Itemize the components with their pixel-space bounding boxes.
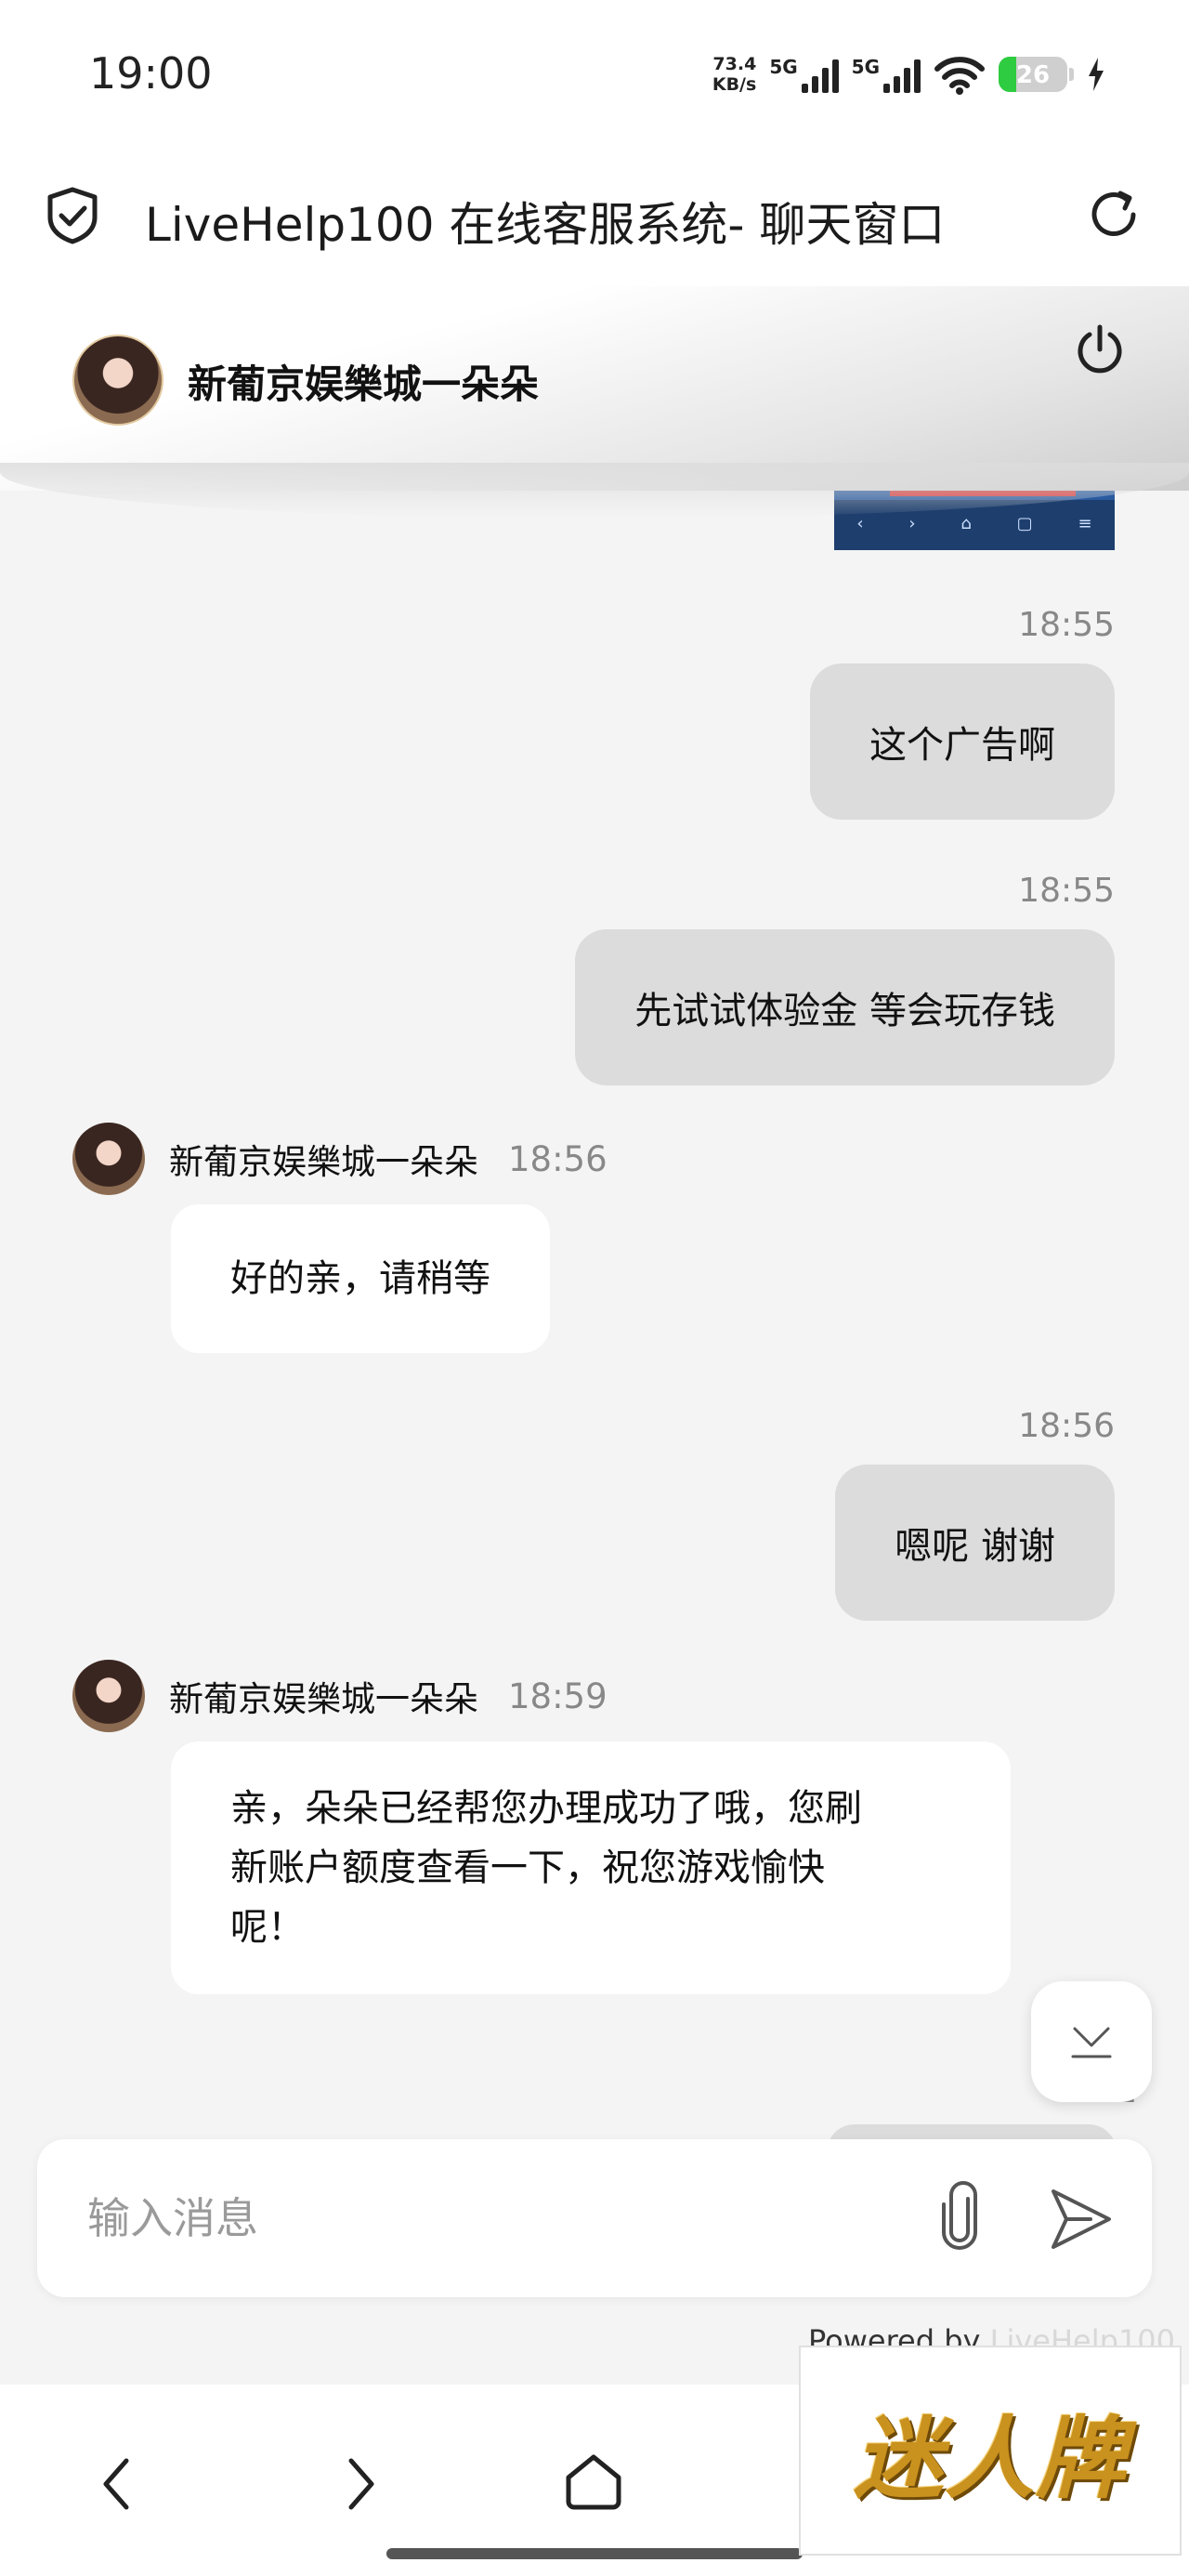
battery-icon: 26 [999,57,1074,92]
network-type-label: 5G [769,56,798,78]
sender-name: 新葡京娱樂城一朵朵 [169,1142,478,1182]
wifi-icon [934,57,985,95]
signal-bars-icon [883,56,921,93]
network-type-label: 5G [851,56,880,78]
agent-avatar [72,1660,145,1732]
reload-icon[interactable] [1085,186,1143,243]
agent-avatar [72,335,163,426]
message-time: 18:56 [1018,1407,1115,1445]
message-list[interactable]: ‹ › ⌂ ▢ ≡ 18:55 这个广告啊 18:55 先试试体验金 等会玩存钱 新葡京… [0,472,1189,2126]
power-icon[interactable] [1072,322,1128,377]
home-icon[interactable] [561,2450,626,2515]
message-time: 18:56 [508,1138,608,1179]
watermark-logo: 迷人牌 [799,2346,1182,2556]
message-time: 18:59 [508,1676,608,1716]
forward-icon[interactable] [331,2451,386,2517]
outgoing-message[interactable]: 嗯呢 谢谢 [835,1465,1115,1621]
agent-avatar [72,1123,145,1195]
browser-title-bar: LiveHelp100 在线客服系统- 聊天窗口 [0,149,1189,288]
incoming-message-header: 新葡京娱樂城一朵朵 18:59 [72,1660,608,1732]
message-line: 亲，朵朵已经帮您办理成功了哦，您刷 [230,1787,862,1830]
status-time: 19:00 [89,48,213,99]
incoming-message[interactable]: 好的亲，请稍等 [171,1204,550,1353]
network-speed: 73.4 KB/s [712,54,756,95]
signal-1: 5G [769,56,839,93]
signal-2: 5G [852,56,921,93]
back-icon[interactable] [91,2451,147,2517]
outgoing-message[interactable]: 先试试体验金 等会玩存钱 [575,929,1115,1085]
signal-bars-icon [801,56,839,93]
agent-name: 新葡京娱樂城一朵朵 [188,361,540,407]
outgoing-message[interactable]: 这个广告啊 [810,664,1115,820]
message-line: 呢！ [230,1906,305,1949]
network-speed-unit: KB/s [712,74,757,95]
watermark-text: 迷人牌 [854,2405,1127,2511]
message-composer [37,2139,1152,2297]
home-indicator[interactable] [386,2548,803,2559]
scroll-to-bottom-button[interactable] [1031,1981,1152,2102]
arrow-down-icon [1071,2027,1112,2058]
chat-header: 新葡京娱樂城一朵朵 [0,286,1189,519]
message-time: 18:55 [1018,872,1115,910]
status-bar: 19:00 73.4 KB/s 5G 5G 26 [0,0,1189,149]
message-time: 18:55 [1018,606,1115,644]
message-line: 新账户额度查看一下，祝您游戏愉快 [230,1847,825,1889]
network-speed-value: 73.4 [712,54,757,74]
message-input[interactable] [87,2184,905,2253]
battery-level: 26 [1015,61,1051,89]
incoming-message[interactable]: 亲，朵朵已经帮您办理成功了哦，您刷 新账户额度查看一下，祝您游戏愉快 呢！ [171,1741,1011,1994]
shield-check-icon[interactable] [45,186,100,245]
incoming-message-header: 新葡京娱樂城一朵朵 18:56 [72,1123,608,1195]
send-icon[interactable] [1046,2184,1117,2254]
page-title: LiveHelp100 在线客服系统- 聊天窗口 [145,198,946,252]
attachment-icon[interactable] [927,2180,992,2254]
status-icons: 73.4 KB/s 5G 5G 26 [712,46,1105,102]
sender-name: 新葡京娱樂城一朵朵 [169,1679,478,1719]
charging-icon [1089,58,1104,91]
